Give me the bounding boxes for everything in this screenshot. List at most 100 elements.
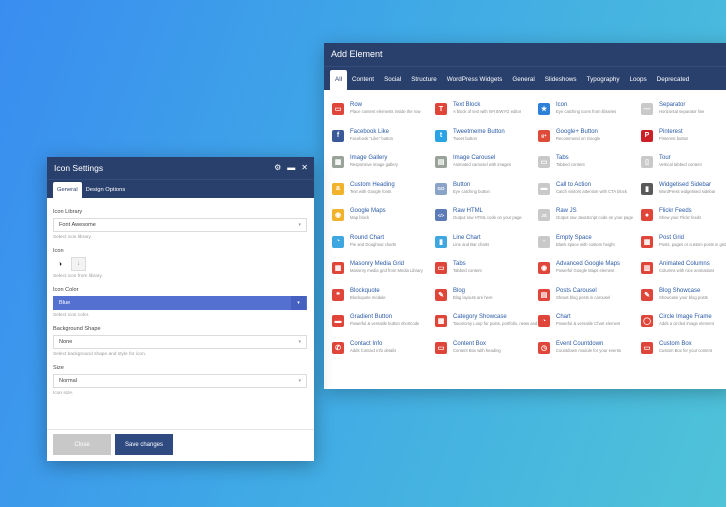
element-name: Facebook Like (350, 128, 390, 135)
icon-element-icon: ★ (538, 103, 550, 115)
google-plus-icon: g+ (538, 129, 550, 142)
element-description: Output raw HTML code on your page (453, 215, 522, 220)
tab-social[interactable]: Social (379, 70, 406, 90)
tab-general[interactable]: General (507, 70, 539, 90)
element-item[interactable]: ▦ Post Grid Posts, pages or custom posts i… (641, 234, 726, 261)
icon-library-value: Font Awesome (59, 222, 96, 228)
element-text: Image Gallery Responsive image gallery (350, 154, 398, 167)
element-item[interactable]: T Text Block A block of text with WYSIWYG … (435, 101, 538, 128)
element-item[interactable]: ▬ Gradient Button Powerful & versatile but… (332, 313, 435, 340)
element-name: Text Block (453, 102, 481, 108)
element-name: Call to Action (556, 181, 592, 188)
size-value: Normal (59, 378, 78, 384)
tab-loops[interactable]: Loops (624, 70, 651, 90)
element-description: Tabbed content (453, 268, 482, 273)
tab-all[interactable]: All (330, 70, 347, 90)
element-item[interactable]: ◔ Chart Powerful & versatile Chart element (538, 313, 641, 340)
element-item[interactable]: — Separator Horizontal separator line (641, 101, 726, 128)
element-item[interactable]: ◯ Circle Image Frame Adds a circled image … (641, 313, 726, 340)
background-shape-label: Background Shape (53, 326, 101, 332)
element-item[interactable]: t Tweetmeme Button Tweet button (435, 128, 538, 155)
close-icon[interactable]: ✕ (301, 157, 308, 179)
element-text: Separator Horizontal separator line (659, 101, 704, 114)
save-changes-button[interactable]: Save changes (115, 434, 173, 455)
icon-picker-button[interactable]: ↓ (71, 257, 86, 271)
element-name: Circle Image Frame (659, 314, 712, 320)
chevron-down-icon: ▾ (298, 222, 301, 228)
size-label: Size (53, 365, 64, 371)
element-item[interactable]: ▯ Tour Vertical tabbed content (641, 154, 726, 181)
element-item[interactable]: ▫ Empty Space Blank space with custom heig… (538, 234, 641, 261)
background-shape-hint: Select background shape and style for ic… (53, 352, 147, 357)
icon-hint: Select icon from library. (53, 274, 103, 279)
element-item[interactable]: P Pinterest Pinterest button (641, 128, 726, 155)
element-description: Content Box with heading (453, 347, 501, 353)
element-text: Tour Vertical tabbed content (659, 154, 702, 167)
element-item[interactable]: ★ Icon Eye catching icons from libraries (538, 101, 641, 128)
element-description: Line and Bar charts (453, 241, 490, 247)
element-item[interactable]: GO Button Eye catching button (435, 181, 538, 208)
icon-color-select[interactable]: Blue ▾ (53, 296, 307, 310)
element-name: Image Carousel (453, 155, 496, 161)
element-item[interactable]: ◷ Event Countdown Countdown module for you… (538, 340, 641, 367)
element-item[interactable]: ▭ Content Box Content Box with heading (435, 340, 538, 367)
tab-deprecated[interactable]: Deprecated (652, 70, 695, 90)
element-item[interactable]: ▤ Image Carousel Animated carousel with im… (435, 154, 538, 181)
element-item[interactable]: ▮ Widgetised Sidebar WordPress widgetised … (641, 181, 726, 208)
gear-icon[interactable]: ⚙ (274, 157, 281, 179)
element-description: Taxonomy Loop for posts, portfolio, news… (453, 321, 538, 326)
element-item[interactable]: JS Raw JS Output raw JavaScript code on yo… (538, 207, 641, 234)
element-description: Map block (350, 215, 370, 220)
element-item[interactable]: g+ Google+ Button Recommend on Google (538, 128, 641, 155)
element-text: Button Eye catching button (453, 181, 490, 194)
element-item[interactable]: ● Flickr Feeds Show your Flickr feeds (641, 207, 726, 234)
element-description: Shows blog posts in carousel (556, 294, 611, 300)
element-item[interactable]: ✎ Blog Showcase Showcase your blog posts (641, 287, 726, 314)
element-text: Tweetmeme Button Tweet button (453, 128, 505, 141)
background-shape-select[interactable]: None ▾ (53, 335, 307, 349)
element-item[interactable]: ◔ Round Chart Pie and Doughnut charts (332, 234, 435, 261)
element-description: Custom Box for your content (659, 347, 713, 353)
button-icon: GO (435, 182, 447, 195)
element-item[interactable]: ▬ Call to Action Catch visitors attention … (538, 181, 641, 208)
element-item[interactable]: ◉ Google Maps Map block (332, 207, 435, 234)
tab-general[interactable]: General (53, 182, 82, 198)
element-item[interactable]: ▭ Tabs Tabbed content (435, 260, 538, 287)
element-item[interactable]: ❝ Blockquote Blockquote module (332, 287, 435, 314)
element-item[interactable]: f Facebook Like Facebook "Like" button (332, 128, 435, 155)
text-block-icon: T (435, 103, 447, 115)
element-item[interactable]: </> Raw HTML Output raw HTML code on your … (435, 207, 538, 234)
element-item[interactable]: ▭ Custom Box Custom Box for your content (641, 340, 726, 367)
element-description: Adds a circled image element (659, 321, 714, 326)
tab-content[interactable]: Content (347, 70, 379, 90)
tab-design-options[interactable]: Design Options (82, 182, 130, 198)
tab-slideshows[interactable]: Slideshows (540, 70, 582, 90)
minimize-icon[interactable]: ▬ (287, 157, 295, 179)
gradient-button-icon: ▬ (332, 315, 344, 327)
element-item[interactable]: ✎ Blog Blog layouts are here (435, 287, 538, 314)
close-button[interactable]: Close (53, 434, 111, 455)
element-item[interactable]: ◉ Advanced Google Maps Powerful Google Map… (538, 260, 641, 287)
tab-structure[interactable]: Structure (406, 70, 442, 90)
element-text: Circle Image Frame Adds a circled image e… (659, 313, 714, 326)
tab-typography[interactable]: Typography (582, 70, 625, 90)
element-description: Masonry media grid from Media Library (350, 268, 423, 273)
element-item[interactable]: a Custom Heading Text with Google fonts (332, 181, 435, 208)
element-description: Pinterest button (659, 135, 689, 141)
element-item[interactable]: ▥ Animated Columns Columns with nice anima… (641, 260, 726, 287)
element-item[interactable]: ▤ Posts Carousel Shows blog posts in carou… (538, 287, 641, 314)
empty-space-icon: ▫ (538, 235, 550, 248)
raw-js-icon: JS (538, 209, 550, 221)
element-name: Google+ Button (556, 128, 598, 135)
element-item[interactable]: ▦ Image Gallery Responsive image gallery (332, 154, 435, 181)
element-item[interactable]: ▦ Category Showcase Taxonomy Loop for post… (435, 313, 538, 340)
element-item[interactable]: ▦ Masonry Media Grid Masonry media grid fr… (332, 260, 435, 287)
element-item[interactable]: ▭ Row Place content elements inside the ro… (332, 101, 435, 128)
tab-wordpress-widgets[interactable]: WordPress Widgets (442, 70, 508, 90)
size-select[interactable]: Normal ▾ (53, 374, 307, 388)
element-text: Chart Powerful & versatile Chart element (556, 313, 620, 326)
icon-library-select[interactable]: Font Awesome ▾ (53, 218, 307, 232)
element-item[interactable]: ▮ Line Chart Line and Bar charts (435, 234, 538, 261)
element-item[interactable]: ✆ Contact Info Adds Contact info details (332, 340, 435, 367)
element-item[interactable]: ▭ Tabs Tabbed content (538, 154, 641, 181)
